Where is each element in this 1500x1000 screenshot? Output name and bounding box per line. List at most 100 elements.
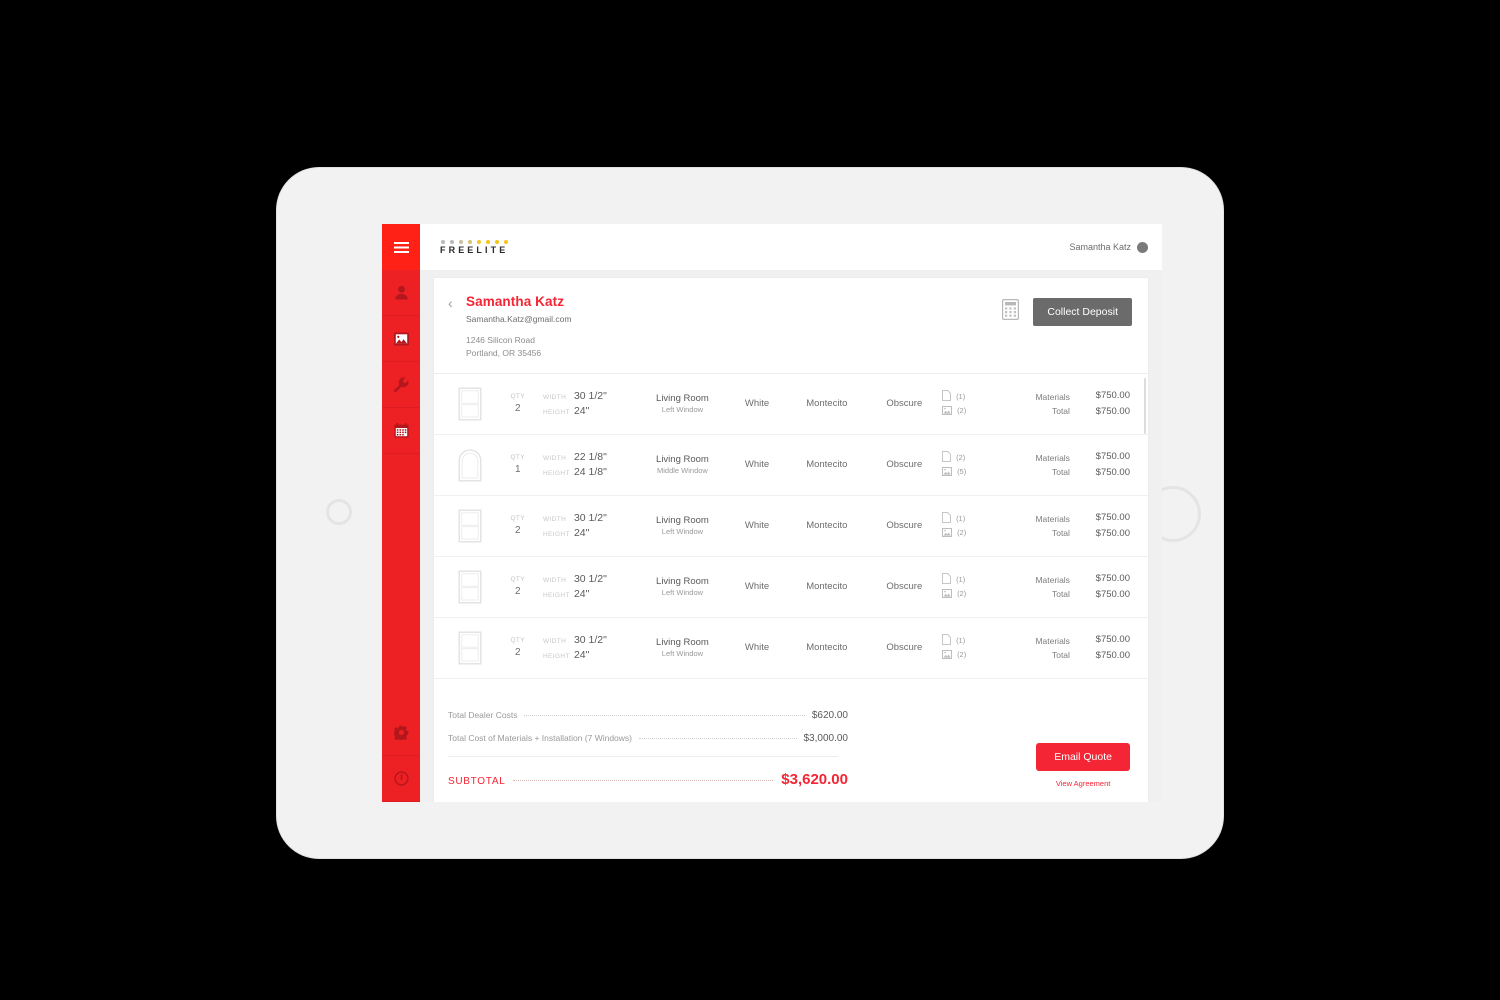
color-value: White — [744, 642, 770, 654]
sidebar-item-menu-toggle[interactable] — [382, 224, 420, 270]
line-items-host: QTY 2 WIDTH 30 1/2" HEIGHT 24" Living Room Left… — [434, 374, 1148, 679]
photos-attachment[interactable]: (2) — [942, 526, 1002, 540]
tablet-frame: FREELITE Samantha Katz ‹ Samantha Katz S… — [277, 168, 1223, 858]
image-count: (5) — [957, 467, 967, 477]
room-name: Living Room — [656, 575, 709, 587]
width-value: 22 1/8" — [573, 450, 607, 463]
window-position: Left Window — [661, 649, 704, 659]
materials-price: $750.00 — [1095, 634, 1130, 646]
leader-dots — [513, 780, 774, 781]
total-label: Total — [1051, 649, 1070, 660]
materials-price: $750.00 — [1095, 512, 1130, 524]
glass-value: Obscure — [886, 520, 923, 532]
materials-price: $750.00 — [1095, 390, 1130, 402]
width-label: WIDTH — [542, 393, 567, 401]
total-row-dealer-costs: Total Dealer Costs $620.00 — [448, 710, 848, 721]
image-icon — [942, 524, 953, 542]
sidebar-item-gallery[interactable] — [382, 316, 420, 362]
height-label: HEIGHT — [542, 469, 570, 477]
document-count: (1) — [956, 575, 966, 585]
photos-attachment[interactable]: (2) — [942, 587, 1002, 601]
photos-attachment[interactable]: (2) — [942, 404, 1002, 418]
calendar-icon — [393, 423, 409, 438]
gear-icon — [393, 725, 409, 740]
style-value: Montecito — [806, 398, 848, 410]
total-price: $750.00 — [1095, 649, 1130, 661]
color-value: White — [744, 581, 770, 593]
sidebar-item-customers[interactable] — [382, 270, 420, 316]
qty-value: 1 — [514, 463, 521, 475]
power-icon — [393, 771, 409, 786]
sidebar — [382, 224, 420, 802]
height-label: HEIGHT — [542, 591, 570, 599]
height-label: HEIGHT — [542, 408, 570, 416]
photos-attachment[interactable]: (5) — [942, 465, 1002, 479]
color-value: White — [744, 520, 770, 532]
person-icon — [394, 285, 409, 300]
image-count: (2) — [957, 528, 967, 538]
window-shape-icon — [448, 631, 493, 665]
email-quote-button[interactable]: Email Quote — [1036, 743, 1130, 771]
collect-deposit-button[interactable]: Collect Deposit — [1033, 298, 1132, 326]
table-row[interactable]: QTY 2 WIDTH 30 1/2" HEIGHT 24" Living Room Left… — [434, 557, 1148, 618]
logo-dot-4 — [468, 239, 472, 244]
window-position: Left Window — [661, 588, 704, 598]
window-shape-icon — [448, 387, 493, 421]
glass-value: Obscure — [886, 642, 923, 654]
document-count: (1) — [956, 392, 966, 402]
sidebar-item-logout[interactable] — [382, 756, 420, 802]
materials-label: Materials — [1035, 574, 1070, 585]
sidebar-item-tools[interactable] — [382, 362, 420, 408]
total-price: $750.00 — [1095, 588, 1130, 600]
logo-dot-7 — [495, 239, 499, 244]
customer-info: ‹ Samantha Katz Samantha.Katz@gmail.com … — [448, 294, 571, 359]
glass-value: Obscure — [886, 459, 923, 471]
qty-label: QTY — [510, 514, 526, 522]
room-name: Living Room — [656, 514, 709, 526]
materials-label: Materials — [1035, 391, 1070, 402]
customer-header: ‹ Samantha Katz Samantha.Katz@gmail.com … — [434, 278, 1148, 373]
footer-actions: Email Quote View Agreement — [1036, 743, 1130, 788]
address-line-2: Portland, OR 35456 — [466, 347, 542, 358]
image-icon — [942, 585, 953, 603]
avatar-icon[interactable] — [1137, 241, 1148, 253]
chevron-left-icon[interactable]: ‹ — [448, 296, 462, 310]
qty-label: QTY — [510, 453, 526, 461]
width-label: WIDTH — [542, 515, 567, 523]
calculator-icon[interactable] — [1002, 299, 1020, 325]
totals-section: Total Dealer Costs $620.00 Total Cost of… — [434, 698, 1148, 802]
vertical-scrollbar[interactable] — [1144, 377, 1146, 434]
table-row[interactable]: QTY 2 WIDTH 30 1/2" HEIGHT 24" Living Room Left… — [434, 496, 1148, 557]
qty-value: 2 — [514, 585, 521, 597]
table-row[interactable]: QTY 1 WIDTH 22 1/8" HEIGHT 24 1/8" Living Room… — [434, 435, 1148, 496]
view-agreement-link[interactable]: View Agreement — [1056, 779, 1110, 788]
window-shape-icon — [448, 509, 493, 543]
qty-value: 2 — [514, 402, 521, 414]
image-icon — [942, 646, 953, 664]
height-value: 24" — [573, 404, 590, 417]
window-position: Middle Window — [657, 466, 708, 476]
header-actions: Collect Deposit — [1002, 294, 1132, 326]
materials-label: Materials — [1035, 635, 1070, 646]
width-value: 30 1/2" — [573, 572, 607, 585]
room-name: Living Room — [656, 392, 709, 404]
leader-dots — [524, 715, 805, 716]
logo-dot-8 — [504, 239, 508, 244]
table-row[interactable]: QTY 2 WIDTH 30 1/2" HEIGHT 24" Living Room Left… — [434, 618, 1148, 679]
width-value: 30 1/2" — [573, 389, 607, 402]
sidebar-item-schedule[interactable] — [382, 408, 420, 454]
logo-dot-2 — [450, 239, 454, 244]
table-row[interactable]: QTY 2 WIDTH 30 1/2" HEIGHT 24" Living Room Left… — [434, 374, 1148, 435]
color-value: White — [744, 398, 770, 410]
width-value: 30 1/2" — [573, 511, 607, 524]
user-area[interactable]: Samantha Katz — [1069, 241, 1148, 253]
qty-label: QTY — [510, 392, 526, 400]
style-value: Montecito — [806, 459, 848, 471]
customer-address: 1246 Silicon Road Portland, OR 35456 — [466, 334, 571, 359]
line-items-table[interactable]: QTY 2 WIDTH 30 1/2" HEIGHT 24" Living Room Left… — [434, 372, 1148, 698]
materials-label: Materials — [1035, 452, 1070, 463]
photos-attachment[interactable]: (2) — [942, 648, 1002, 662]
qty-label: QTY — [510, 636, 526, 644]
style-value: Montecito — [806, 581, 848, 593]
sidebar-item-settings[interactable] — [382, 710, 420, 756]
